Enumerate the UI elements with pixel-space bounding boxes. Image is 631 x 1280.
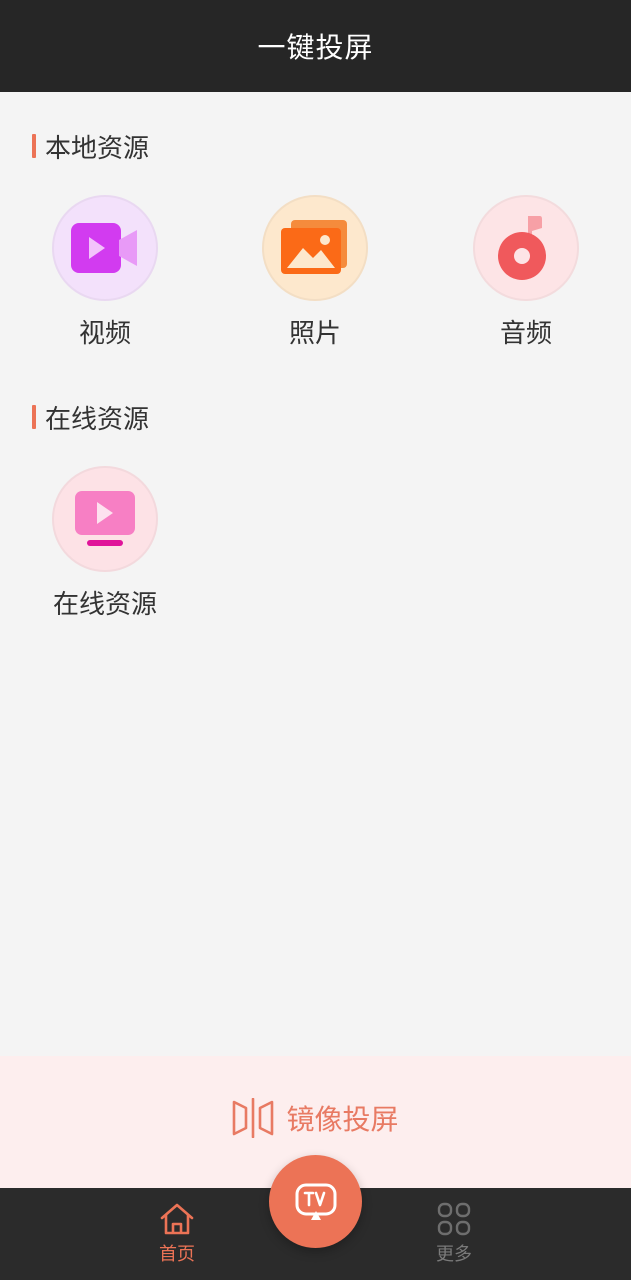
online-video-tv-icon (75, 491, 135, 546)
tile-online[interactable]: 在线资源 (20, 466, 190, 626)
music-note-icon (498, 216, 546, 280)
mirror-screen-icon (233, 1098, 274, 1138)
online-icon-circle (52, 466, 158, 572)
nav-label-more: 更多 (436, 1244, 472, 1265)
tv-cast-icon (295, 1183, 336, 1220)
page-title: 一键投屏 (257, 31, 374, 64)
tv-cast-button[interactable] (269, 1155, 362, 1248)
tile-label-photo: 照片 (288, 319, 341, 349)
section-title-online: 在线资源 (45, 404, 150, 435)
nav-more[interactable]: 更多 (394, 1202, 514, 1272)
audio-icon-circle (473, 195, 579, 301)
title-bar: 一键投屏 (0, 0, 631, 92)
section-heading-local: 本地资源 (32, 131, 149, 164)
video-camera-icon (71, 223, 137, 273)
section-title-local: 本地资源 (45, 133, 150, 164)
video-icon-circle (52, 195, 158, 301)
tile-label-video: 视频 (78, 319, 131, 349)
tile-photo[interactable]: 照片 (230, 195, 400, 355)
section-accent-bar (32, 134, 36, 158)
tile-audio[interactable]: 音频 (441, 195, 611, 355)
grid-more-icon (437, 1202, 471, 1236)
app-root: 一键投屏 本地资源 视频 照片 音频 在线资源 在线资源 镜像投屏 首页 更多 (0, 0, 631, 1280)
section-accent-bar (32, 405, 36, 429)
photo-gallery-icon (281, 220, 347, 274)
tile-video[interactable]: 视频 (20, 195, 190, 355)
tile-label-online: 在线资源 (52, 590, 157, 620)
mirror-cast-label: 镜像投屏 (286, 1103, 399, 1136)
photo-icon-circle (262, 195, 368, 301)
nav-label-home: 首页 (159, 1244, 195, 1265)
section-heading-online: 在线资源 (32, 402, 149, 435)
tile-label-audio: 音频 (499, 319, 552, 349)
home-icon (160, 1203, 194, 1235)
nav-home[interactable]: 首页 (117, 1202, 237, 1272)
